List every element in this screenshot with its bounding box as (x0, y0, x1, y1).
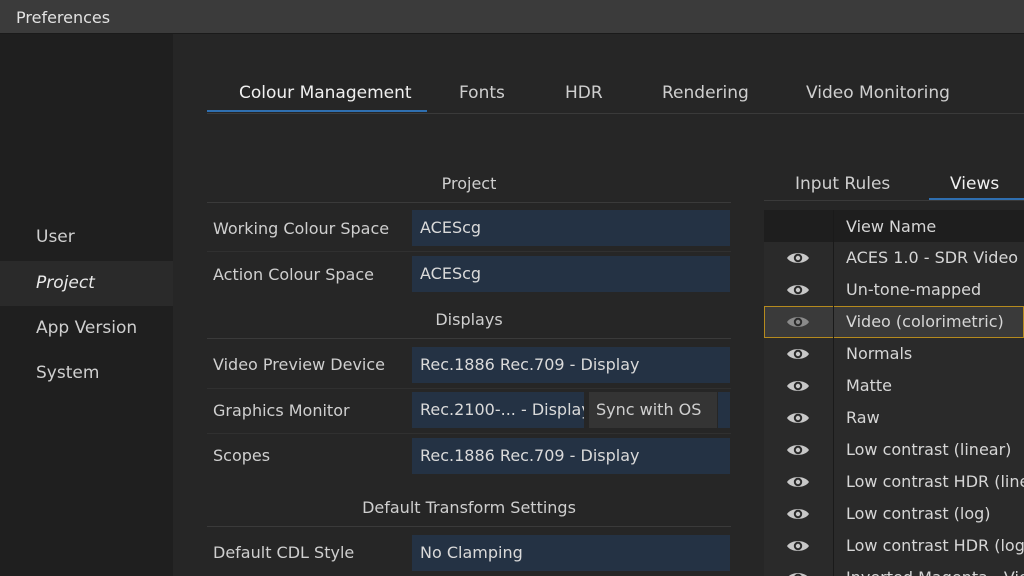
graphics-monitor-label: Graphics Monitor (213, 401, 350, 420)
tab-views[interactable]: Views (950, 174, 999, 194)
section-header-displays: Displays (207, 310, 731, 339)
views-table-row[interactable]: Low contrast (linear) (764, 434, 1024, 466)
tab-input-rules[interactable]: Input Rules (795, 174, 890, 194)
view-name: Low contrast HDR (linear) (846, 472, 1024, 491)
active-tab-indicator (207, 110, 427, 112)
sidebar-item-system[interactable]: System (0, 351, 173, 396)
tab-hdr[interactable]: HDR (565, 83, 603, 103)
view-name: Matte (846, 376, 892, 395)
action-colour-space-label: Action Colour Space (213, 265, 374, 284)
views-table-row[interactable]: Low contrast (log) (764, 498, 1024, 530)
view-name: Low contrast (linear) (846, 440, 1012, 459)
sync-with-os-indicator (718, 392, 730, 428)
visibility-eye-icon[interactable] (786, 506, 810, 522)
sidebar-item-app-version[interactable]: App Version (0, 306, 173, 351)
tab-rendering[interactable]: Rendering (662, 83, 749, 103)
views-table-row[interactable]: Raw (764, 402, 1024, 434)
working-colour-space-label: Working Colour Space (213, 219, 390, 238)
visibility-eye-icon[interactable] (786, 346, 810, 362)
row-divider (207, 433, 731, 434)
views-table-row[interactable]: Matte (764, 370, 1024, 402)
graphics-monitor-dropdown[interactable]: Rec.2100-... - Display (412, 392, 584, 428)
view-name: Normals (846, 344, 913, 363)
views-table-header: View Name (764, 210, 1024, 242)
sidebar-item-project[interactable]: Project (0, 261, 173, 306)
visibility-eye-icon[interactable] (786, 378, 810, 394)
visibility-eye-icon[interactable] (786, 570, 810, 576)
visibility-eye-icon[interactable] (786, 314, 810, 330)
visibility-eye-icon[interactable] (786, 410, 810, 426)
default-cdl-style-dropdown[interactable]: No Clamping (412, 535, 730, 571)
default-cdl-style-label: Default CDL Style (213, 543, 355, 562)
views-table-row[interactable]: ACES 1.0 - SDR Video (764, 242, 1024, 274)
row-divider (207, 388, 731, 389)
views-table-row[interactable]: Inverted Magenta - View (764, 562, 1024, 576)
views-table: View Name ACES 1.0 - SDR Video Un-tone-ma… (764, 210, 1024, 576)
tab-bar: Colour Management Fonts HDR Rendering Vi… (207, 75, 1024, 114)
tab-video-monitoring[interactable]: Video Monitoring (806, 83, 950, 103)
column-header-view-name[interactable]: View Name (846, 217, 936, 236)
scopes-label: Scopes (213, 446, 271, 465)
tab-fonts[interactable]: Fonts (459, 83, 505, 103)
visibility-eye-icon[interactable] (786, 442, 810, 458)
visibility-eye-icon[interactable] (786, 474, 810, 490)
views-table-row[interactable]: Low contrast HDR (log) (764, 530, 1024, 562)
active-tab-indicator (929, 198, 1024, 200)
view-name: Un-tone-mapped (846, 280, 982, 299)
view-name: Raw (846, 408, 880, 427)
column-divider (833, 210, 834, 576)
video-preview-device-dropdown[interactable]: Rec.1886 Rec.709 - Display (412, 347, 730, 383)
views-table-row[interactable]: Low contrast HDR (linear) (764, 466, 1024, 498)
section-header-project: Project (207, 174, 731, 203)
action-colour-space-dropdown[interactable]: ACEScg (412, 256, 730, 292)
views-table-row[interactable]: Video (colorimetric) (764, 306, 1024, 338)
title-bar: Preferences (0, 0, 1024, 34)
window-title: Preferences (16, 8, 111, 27)
row-divider (207, 251, 731, 252)
visibility-eye-icon[interactable] (786, 538, 810, 554)
view-name: Inverted Magenta - View (846, 568, 1024, 576)
tab-colour-management[interactable]: Colour Management (239, 83, 412, 103)
visibility-eye-icon[interactable] (786, 282, 810, 298)
view-name: ACES 1.0 - SDR Video (846, 248, 1019, 267)
video-preview-device-label: Video Preview Device (213, 355, 385, 374)
views-table-row[interactable]: Normals (764, 338, 1024, 370)
view-name: Low contrast (log) (846, 504, 991, 523)
view-name: Video (colorimetric) (846, 312, 1004, 331)
right-tab-bar: Input Rules Views (764, 168, 1024, 201)
scopes-dropdown[interactable]: Rec.1886 Rec.709 - Display (412, 438, 730, 474)
view-name: Low contrast HDR (log) (846, 536, 1024, 555)
section-header-default-transform: Default Transform Settings (207, 498, 731, 527)
sidebar: User Project App Version System (0, 34, 173, 576)
sidebar-item-user[interactable]: User (0, 215, 173, 260)
views-table-row[interactable]: Un-tone-mapped (764, 274, 1024, 306)
working-colour-space-dropdown[interactable]: ACEScg (412, 210, 730, 246)
sync-with-os-button[interactable]: Sync with OS (589, 392, 717, 428)
visibility-eye-icon[interactable] (786, 250, 810, 266)
